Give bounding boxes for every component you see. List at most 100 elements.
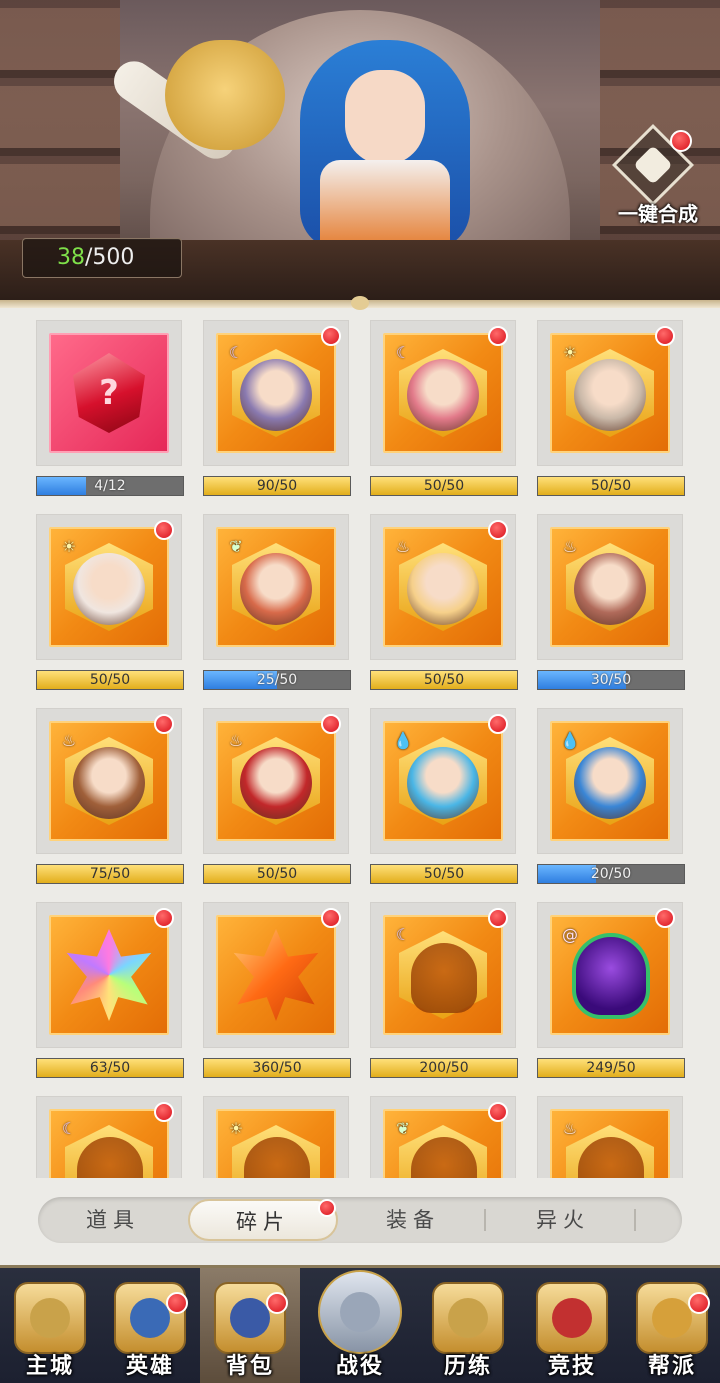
nav-item-4[interactable]: 战役: [310, 1268, 410, 1383]
tab-label: 道具: [86, 1208, 140, 1232]
tab-4[interactable]: 异火: [488, 1197, 638, 1243]
fragment-item[interactable]: ♨ 30/50: [537, 514, 685, 690]
question-mark-icon: ?: [99, 373, 119, 413]
progress-text: 75/50: [89, 866, 131, 882]
fragment-card: ❦: [203, 514, 349, 660]
hero-portrait: [574, 553, 646, 625]
golden-pet-illustration: [165, 40, 285, 150]
fragment-card: ♨: [537, 1096, 683, 1178]
crossed-swords-icon: [318, 1270, 402, 1354]
fragment-tile: [216, 915, 336, 1035]
fragment-tile: ☀: [49, 527, 169, 647]
nav-item-2[interactable]: 英雄: [100, 1268, 200, 1383]
hero-portrait: [73, 553, 145, 625]
fragment-card: 💧: [537, 708, 683, 854]
fragment-item[interactable]: ? 4/12: [36, 320, 184, 496]
fragment-progress-bar: 50/50: [537, 476, 685, 496]
water-element-icon: 💧: [393, 731, 413, 750]
hero-portrait: [574, 359, 646, 431]
nav-item-6[interactable]: 竞技: [522, 1268, 622, 1383]
notification-dot: [154, 908, 174, 928]
nav-label: 背包: [225, 1354, 274, 1379]
fragment-item[interactable]: ☀ 50/50: [537, 320, 685, 496]
nav-label: 英雄: [125, 1354, 174, 1379]
nav-item-1[interactable]: 主城: [0, 1268, 100, 1383]
fragment-tile: ☾: [383, 333, 503, 453]
orange-star-icon: [233, 929, 319, 1021]
fragment-item[interactable]: 💧 50/50: [370, 708, 518, 884]
nav-item-5[interactable]: 历练: [418, 1268, 518, 1383]
fragment-item[interactable]: ♨: [537, 1096, 685, 1178]
fragment-item[interactable]: @249/50: [537, 902, 685, 1078]
progress-text: 63/50: [89, 1060, 131, 1076]
fragment-grid: ? 4/12 ☾ 90/50 ☾ 50/50 ☀ 50/50 ☀ 50/50 ❦ 25/50 ♨ 50/5…: [36, 320, 685, 1178]
character-body: [320, 160, 450, 250]
fragment-tile: ❦: [216, 527, 336, 647]
tower-icon: [432, 1282, 504, 1354]
fragment-tile: ?: [49, 333, 169, 453]
progress-text: 50/50: [423, 866, 465, 882]
fragment-progress-bar: 20/50: [537, 864, 685, 884]
fragment-item[interactable]: ♨ 50/50: [203, 708, 351, 884]
fragment-progress-bar: 50/50: [36, 670, 184, 690]
fragment-progress-bar: 50/50: [370, 670, 518, 690]
fragment-item[interactable]: ❦: [370, 1096, 518, 1178]
tab-1[interactable]: 道具: [38, 1197, 188, 1243]
progress-text: 25/50: [256, 672, 298, 688]
progress-text: 50/50: [256, 866, 298, 882]
shard-capacity-counter: 38/500: [22, 238, 182, 278]
fragment-tile: 💧: [550, 721, 670, 841]
fragment-item[interactable]: 63/50: [36, 902, 184, 1078]
notification-dot: [488, 326, 508, 346]
notification-dot: [488, 908, 508, 928]
fragment-item[interactable]: ☾ 50/50: [370, 320, 518, 496]
fragment-item[interactable]: ☾: [36, 1096, 184, 1178]
fragment-panel: ? 4/12 ☾ 90/50 ☾ 50/50 ☀ 50/50 ☀ 50/50 ❦ 25/50 ♨ 50/5…: [0, 296, 720, 1265]
notification-dot: [488, 520, 508, 540]
fragment-item[interactable]: ☾ 90/50: [203, 320, 351, 496]
notification-dot: [318, 1199, 336, 1217]
nav-item-7[interactable]: 帮派: [622, 1268, 720, 1383]
fragment-item[interactable]: ♨ 50/50: [370, 514, 518, 690]
progress-text: 90/50: [256, 478, 298, 494]
fragment-tile: ♨: [550, 527, 670, 647]
notification-dot: [655, 326, 675, 346]
fragment-item[interactable]: ☀: [203, 1096, 351, 1178]
fragment-item[interactable]: ☾ 200/50: [370, 902, 518, 1078]
fragment-progress-bar: 249/50: [537, 1058, 685, 1078]
progress-text: 200/50: [419, 1060, 469, 1076]
fragment-item[interactable]: ❦ 25/50: [203, 514, 351, 690]
shard-count: 38: [57, 245, 85, 270]
fragment-grid-scroll[interactable]: ? 4/12 ☾ 90/50 ☾ 50/50 ☀ 50/50 ☀ 50/50 ❦ 25/50 ♨ 50/5…: [0, 312, 720, 1178]
notification-dot: [166, 1292, 188, 1314]
fire-element-icon: ♨: [228, 731, 244, 750]
hero-portrait: [407, 359, 479, 431]
hero-portrait: [407, 553, 479, 625]
sun-element-icon: ☀: [61, 537, 77, 556]
notification-dot: [321, 908, 341, 928]
nav-label: 竞技: [547, 1354, 596, 1379]
sun-element-icon: ☀: [562, 343, 578, 362]
merge-label: 一键合成: [618, 202, 698, 226]
fragment-item[interactable]: 💧 20/50: [537, 708, 685, 884]
bottom-navigation: 主城 英雄 背包 战役 历练 竞技 帮派: [0, 1265, 720, 1383]
one-click-merge-button[interactable]: 一键合成: [608, 123, 708, 228]
fragment-progress-bar: 50/50: [203, 864, 351, 884]
tab-2[interactable]: 碎片: [188, 1199, 338, 1241]
tab-3[interactable]: 装备: [338, 1197, 488, 1243]
fragment-item[interactable]: 360/50: [203, 902, 351, 1078]
fragment-tile: @: [550, 915, 670, 1035]
fragment-item[interactable]: ☀ 50/50: [36, 514, 184, 690]
notification-dot: [154, 1102, 174, 1122]
leaf-element-icon: ❦: [396, 1119, 410, 1138]
tab-label: 异火: [536, 1208, 590, 1232]
hero-portrait: [240, 359, 312, 431]
fragment-tile: ☾: [383, 915, 503, 1035]
notification-dot: [154, 520, 174, 540]
fragment-item[interactable]: ♨ 75/50: [36, 708, 184, 884]
tab-label: 装备: [386, 1208, 440, 1232]
nav-item-3[interactable]: 背包: [200, 1268, 300, 1383]
hero-banner: 38/500 一键合成: [0, 0, 720, 300]
castle-icon: [14, 1282, 86, 1354]
fragment-tile: [49, 915, 169, 1035]
